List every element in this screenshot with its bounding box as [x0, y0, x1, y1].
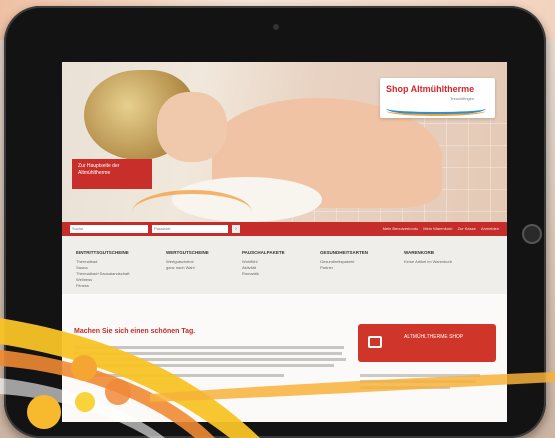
tablet-frame: Shop Altmühltherme Treuchtlingen Zur Hau… — [4, 6, 546, 438]
body-text-line — [74, 352, 342, 355]
nav-col-health: GESUNDHEITSARTEN Gesundheitspakete Partn… — [320, 250, 405, 271]
shop-logo-subtitle: Treuchtlingen — [450, 96, 475, 101]
side-text-line — [360, 380, 476, 383]
shop-button[interactable]: ALTMÜHLTHERME SHOP — [358, 324, 496, 362]
logo-wave2-icon — [386, 106, 486, 116]
nav-heading[interactable]: EINTRITTSGUTSCHEINE — [76, 250, 161, 255]
body-text-line — [74, 346, 344, 349]
nav-heading[interactable]: PAUSCHALPAKETE — [242, 250, 327, 255]
password-input[interactable]: Passwort — [152, 225, 228, 233]
home-button[interactable] — [522, 224, 542, 244]
shop-logo[interactable]: Shop Altmühltherme Treuchtlingen — [380, 78, 495, 118]
nav-item[interactable]: Romantik — [242, 271, 327, 277]
nav-col-cart: WARENKORB Keine Artikel im Warenkorb — [404, 250, 489, 265]
body-text-line — [74, 374, 284, 377]
search-submit-button[interactable]: › — [232, 225, 240, 233]
top-link-login[interactable]: Anmelden — [481, 226, 499, 231]
main-content: Machen Sie sich einen schönen Tag. ALTMÜ… — [62, 294, 507, 422]
main-nav: EINTRITTSGUTSCHEINE Thermalbad Sauna The… — [62, 236, 507, 295]
page-headline: Machen Sie sich einen schönen Tag. — [74, 328, 196, 335]
body-text-line — [74, 358, 346, 361]
side-text-line — [360, 374, 480, 377]
nav-item[interactable]: ganz nach Wahl — [166, 265, 251, 271]
nav-heading[interactable]: GESUNDHEITSARTEN — [320, 250, 405, 255]
hero-callout-link[interactable]: Zur Hauptseite der Altmühltherme — [72, 159, 152, 189]
nav-col-packages: PAUSCHALPAKETE Wohlfühl Aktivität Romant… — [242, 250, 327, 277]
top-link-cart[interactable]: Mein Warenkorb — [423, 226, 452, 231]
nav-item[interactable]: Partner — [320, 265, 405, 271]
top-bar: Suche Passwort › Mein Benutzerkonto Mein… — [62, 222, 507, 236]
shop-button-label: ALTMÜHLTHERME SHOP — [404, 334, 464, 340]
top-link-checkout[interactable]: Zur Kasse — [458, 226, 476, 231]
nav-col-entry: EINTRITTSGUTSCHEINE Thermalbad Sauna The… — [76, 250, 161, 289]
hero-image: Shop Altmühltherme Treuchtlingen Zur Hau… — [62, 62, 507, 222]
camera-icon — [273, 24, 279, 30]
nav-heading[interactable]: WERTGUTSCHEINE — [166, 250, 251, 255]
nav-heading[interactable]: WARENKORB — [404, 250, 489, 255]
tablet-screen: Shop Altmühltherme Treuchtlingen Zur Hau… — [62, 62, 507, 422]
cart-icon — [368, 336, 382, 348]
nav-col-value: WERTGUTSCHEINE Wertgutscheine ganz nach … — [166, 250, 251, 271]
nav-item[interactable]: Keine Artikel im Warenkorb — [404, 259, 489, 265]
side-text-line — [360, 386, 450, 389]
shop-logo-title: Shop Altmühltherme — [386, 84, 475, 94]
search-input[interactable]: Suche — [70, 225, 148, 233]
hero-face — [157, 92, 227, 162]
nav-item[interactable]: Fitness — [76, 283, 161, 289]
body-text-line — [74, 364, 334, 367]
top-link-account[interactable]: Mein Benutzerkonto — [383, 226, 419, 231]
top-links: Mein Benutzerkonto Mein Warenkorb Zur Ka… — [379, 226, 499, 231]
